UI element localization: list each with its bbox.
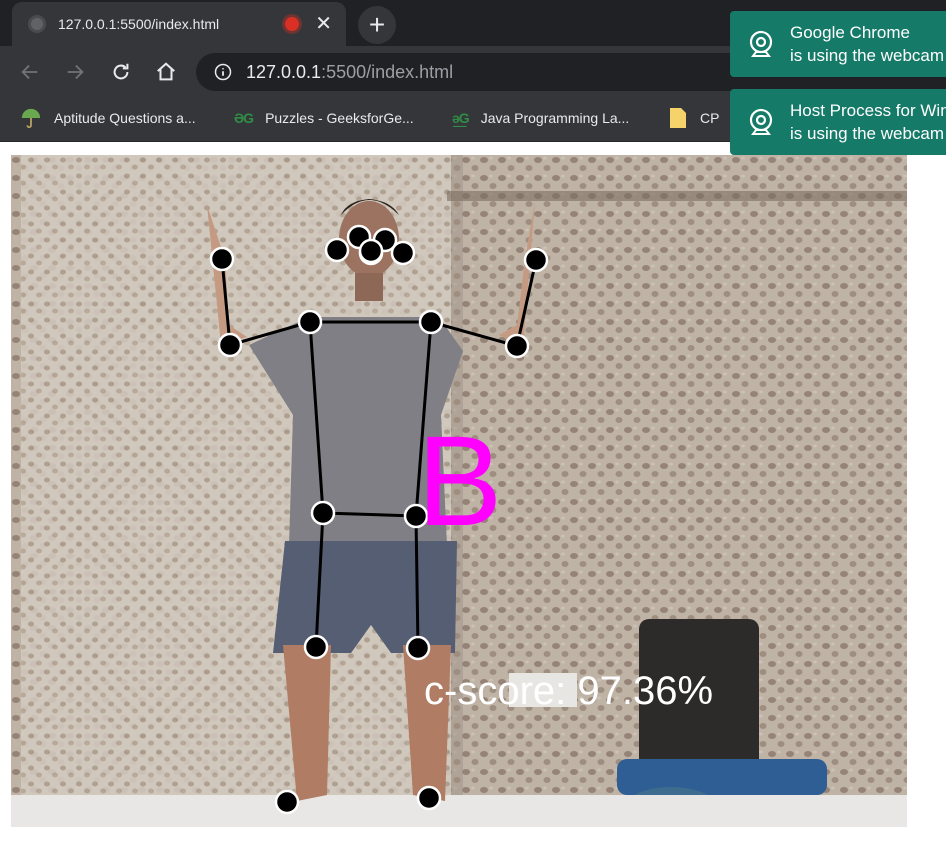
bookmark-folder-cp[interactable]: CP (668, 98, 719, 138)
keypoint-right-knee (405, 635, 431, 661)
back-icon[interactable] (16, 58, 44, 86)
browser-tab[interactable]: 127.0.0.1:5500/index.html ✕ (12, 2, 346, 46)
folder-icon (668, 107, 688, 129)
geeksforgeeks-icon: ə͟G (452, 110, 470, 126)
keypoint-right-elbow (504, 333, 530, 359)
keypoint-right-ankle (416, 785, 442, 811)
keypoint-left-elbow (217, 332, 243, 358)
predicted-letter: B (417, 410, 502, 553)
notification-app: Host Process for Windows Tasks (790, 101, 946, 120)
globe-icon (28, 15, 46, 33)
bookmark-label: Java Programming La... (480, 110, 630, 126)
notification-app: Google Chrome (790, 23, 911, 42)
tab-title: 127.0.0.1:5500/index.html (58, 16, 220, 32)
forward-icon[interactable] (61, 58, 89, 86)
notification-message: is using the webcam (790, 46, 945, 65)
close-tab-icon[interactable]: ✕ (315, 14, 332, 34)
bookmark-aptitude[interactable]: Aptitude Questions a... (20, 98, 196, 138)
webcam-notification-chrome[interactable]: Google Chrome is using the webcam (730, 11, 946, 77)
webcam-icon (749, 30, 773, 57)
bookmark-puzzles[interactable]: ƏG Puzzles - GeeksforGe... (234, 98, 414, 138)
reload-icon[interactable] (107, 58, 135, 86)
keypoint-left-knee (303, 634, 329, 660)
bookmark-java[interactable]: ə͟G Java Programming La... (452, 98, 629, 138)
keypoint-left-eye (324, 237, 350, 263)
geeksforgeeks-icon: ƏG (234, 110, 254, 126)
keypoint-left-hip (310, 500, 336, 526)
recording-indicator-icon (285, 17, 300, 31)
new-tab-button[interactable]: + (358, 6, 396, 44)
bed-sheet (11, 795, 907, 827)
keypoint-left-shoulder (297, 309, 323, 335)
home-icon[interactable] (152, 58, 180, 86)
site-info-icon[interactable] (214, 63, 232, 81)
webcam-canvas: B c-score: 97.36% (11, 155, 907, 827)
bookmark-label: CP (700, 110, 720, 126)
bookmark-label: Aptitude Questions a... (54, 110, 196, 126)
pose-overlay: B c-score: 97.36% (11, 155, 907, 827)
url-host: 127.0.0.1 (246, 61, 322, 82)
webcam-icon (749, 108, 773, 135)
confidence-score: c-score: 97.36% (424, 669, 713, 713)
keypoint-right-eye (390, 240, 416, 266)
url-path: :5500/index.html (321, 61, 454, 82)
keypoint-right-wrist (523, 247, 549, 273)
keypoint-left-ankle (274, 789, 300, 815)
notification-message: is using the webcam (790, 124, 945, 143)
umbrella-icon (20, 107, 42, 129)
keypoint-left-wrist (209, 246, 235, 272)
keypoint-mouth (358, 238, 384, 264)
webcam-notification-host-process[interactable]: Host Process for Windows Tasks is using … (730, 89, 946, 155)
keypoint-right-shoulder (418, 309, 444, 335)
bookmark-label: Puzzles - GeeksforGe... (265, 110, 414, 126)
